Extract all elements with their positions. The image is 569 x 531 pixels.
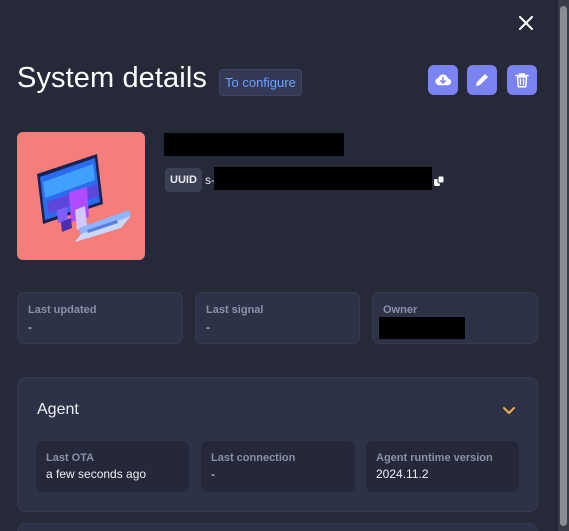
agent-runtime-version-card: Agent runtime version 2024.11.2 (366, 441, 519, 492)
download-button[interactable] (428, 65, 458, 95)
last-connection-label: Last connection (211, 452, 296, 464)
agent-section-title: Agent (37, 401, 79, 418)
last-updated-card: Last updated - (17, 292, 183, 344)
next-section (17, 523, 538, 531)
copy-icon[interactable] (433, 175, 445, 187)
owner-label: Owner (383, 304, 418, 316)
last-connection-card: Last connection - (201, 441, 355, 492)
download-cloud-icon (435, 74, 452, 86)
chevron-down-icon[interactable] (502, 403, 516, 417)
pencil-icon (476, 74, 488, 86)
last-ota-label: Last OTA (46, 452, 95, 464)
status-badge: To configure (219, 69, 302, 96)
last-signal-label: Last signal (206, 304, 264, 316)
computer-illustration-icon (37, 154, 131, 242)
last-updated-label: Last updated (28, 304, 97, 316)
last-updated-value: - (28, 320, 32, 334)
last-ota-card: Last OTA a few seconds ago (36, 441, 189, 492)
last-signal-card: Last signal - (195, 292, 360, 344)
last-connection-value: - (211, 467, 215, 481)
uuid-label: UUID (165, 168, 202, 192)
system-thumbnail (17, 132, 145, 260)
system-details-panel: System details To configure UUID s- Last… (0, 0, 558, 531)
close-button[interactable] (514, 11, 538, 35)
owner-card: Owner (372, 292, 538, 344)
redacted-system-name (164, 133, 344, 156)
delete-button[interactable] (507, 65, 537, 95)
close-icon (519, 16, 533, 30)
page-title: System details (17, 62, 207, 94)
last-ota-value: a few seconds ago (46, 467, 147, 481)
redacted-owner (379, 317, 465, 339)
last-signal-value: - (206, 320, 210, 334)
edit-button[interactable] (467, 65, 497, 95)
trash-icon (515, 73, 529, 88)
scrollbar-thumb[interactable] (560, 6, 567, 526)
agent-runtime-version-value: 2024.11.2 (376, 467, 429, 481)
redacted-uuid (214, 167, 432, 190)
agent-runtime-version-label: Agent runtime version (376, 452, 493, 464)
agent-section: Agent Last OTA a few seconds ago Last co… (17, 377, 538, 512)
